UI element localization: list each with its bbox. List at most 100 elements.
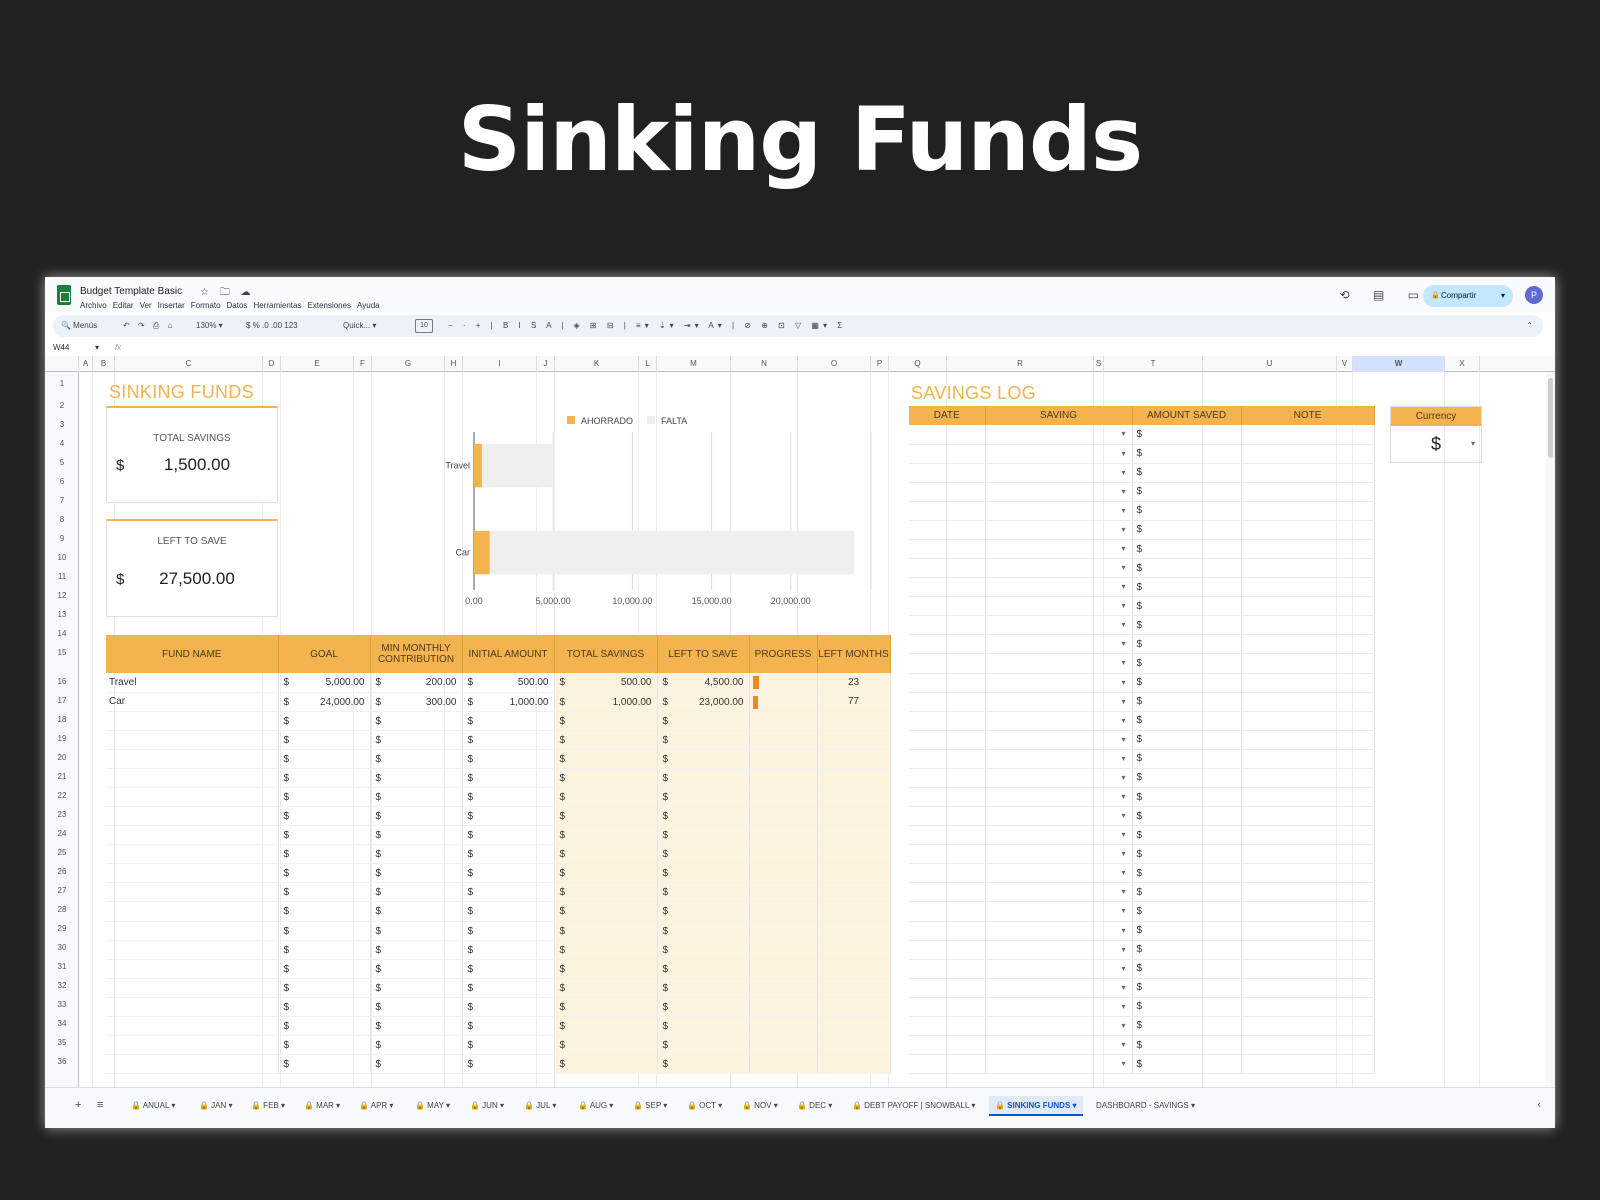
- fund-goal-cell[interactable]: $: [278, 844, 371, 865]
- chevron-down-icon[interactable]: ▾: [1121, 429, 1125, 438]
- chevron-down-icon[interactable]: ▾: [1121, 620, 1125, 629]
- log-amount-cell[interactable]: $: [1132, 653, 1242, 674]
- log-amount-cell[interactable]: $: [1132, 444, 1242, 464]
- fund-left-cell[interactable]: $: [657, 1054, 750, 1075]
- log-note-cell[interactable]: [1241, 501, 1375, 521]
- log-date-cell[interactable]: [909, 882, 986, 903]
- log-saving-select[interactable]: ▾: [985, 806, 1133, 827]
- star-folder-cloud-icons[interactable]: ☆ 🗀 ☁: [200, 285, 255, 302]
- chevron-down-icon[interactable]: ▾: [1121, 563, 1125, 572]
- font-select[interactable]: Quick... ▾: [343, 315, 376, 337]
- log-saving-select[interactable]: ▾: [985, 615, 1133, 636]
- log-date-cell[interactable]: [909, 1016, 986, 1037]
- chevron-down-icon[interactable]: ▾: [95, 340, 99, 356]
- log-date-cell[interactable]: [909, 844, 986, 865]
- fund-goal-cell[interactable]: $: [278, 997, 371, 1017]
- log-amount-cell[interactable]: $: [1132, 825, 1242, 846]
- row-header[interactable]: 8: [45, 515, 79, 524]
- log-date-cell[interactable]: [909, 615, 986, 636]
- fund-goal-cell[interactable]: $5,000.00: [278, 673, 371, 693]
- fund-left-cell[interactable]: $: [657, 882, 750, 903]
- fund-min-cell[interactable]: $: [370, 1054, 463, 1075]
- chevron-down-icon[interactable]: ▾: [1121, 849, 1125, 858]
- fund-min-cell[interactable]: $: [370, 1035, 463, 1056]
- log-note-cell[interactable]: [1241, 463, 1375, 483]
- log-saving-select[interactable]: ▾: [985, 1054, 1133, 1075]
- log-amount-cell[interactable]: $: [1132, 539, 1242, 560]
- fund-name-cell[interactable]: [106, 997, 279, 1017]
- fund-name-cell[interactable]: [106, 787, 279, 808]
- row-header[interactable]: 31: [45, 962, 79, 971]
- log-saving-select[interactable]: ▾: [985, 863, 1133, 884]
- fund-total-cell[interactable]: $: [554, 825, 658, 846]
- fund-name-cell[interactable]: Car: [106, 692, 279, 712]
- log-amount-cell[interactable]: $: [1132, 463, 1242, 483]
- column-header[interactable]: J: [537, 356, 555, 372]
- fund-total-cell[interactable]: $: [554, 978, 658, 998]
- log-date-cell[interactable]: [909, 634, 986, 655]
- fund-left-cell[interactable]: $: [657, 1035, 750, 1056]
- row-header[interactable]: 18: [45, 715, 79, 724]
- row-header[interactable]: 25: [45, 848, 79, 857]
- log-amount-cell[interactable]: $: [1132, 520, 1242, 540]
- log-amount-cell[interactable]: $: [1132, 711, 1242, 731]
- log-saving-select[interactable]: ▾: [985, 825, 1133, 846]
- fund-name-cell[interactable]: [106, 978, 279, 998]
- row-header[interactable]: 30: [45, 943, 79, 952]
- chevron-down-icon[interactable]: ▾: [1121, 887, 1125, 896]
- log-date-cell[interactable]: [909, 749, 986, 769]
- log-saving-select[interactable]: ▾: [985, 959, 1133, 979]
- fund-total-cell[interactable]: $: [554, 1035, 658, 1056]
- chevron-down-icon[interactable]: ▾: [1121, 983, 1125, 992]
- log-saving-select[interactable]: ▾: [985, 558, 1133, 579]
- fund-goal-cell[interactable]: $: [278, 749, 371, 769]
- row-header[interactable]: 33: [45, 1000, 79, 1009]
- sheet-tab[interactable]: DASHBOARD - SAVINGS ▾: [1090, 1096, 1201, 1116]
- fund-min-cell[interactable]: $: [370, 940, 463, 960]
- log-amount-cell[interactable]: $: [1132, 425, 1242, 445]
- chevron-down-icon[interactable]: ▾: [1121, 811, 1125, 820]
- log-note-cell[interactable]: [1241, 653, 1375, 674]
- fund-name-cell[interactable]: [106, 959, 279, 979]
- log-saving-select[interactable]: ▾: [985, 882, 1133, 903]
- log-saving-select[interactable]: ▾: [985, 653, 1133, 674]
- fund-min-cell[interactable]: $: [370, 844, 463, 865]
- fund-name-cell[interactable]: [106, 768, 279, 788]
- log-amount-cell[interactable]: $: [1132, 749, 1242, 769]
- fund-left-cell[interactable]: $: [657, 825, 750, 846]
- log-note-cell[interactable]: [1241, 673, 1375, 693]
- chevron-down-icon[interactable]: ▾: [1121, 754, 1125, 763]
- sheet-tab[interactable]: 🔒 SINKING FUNDS ▾: [989, 1096, 1083, 1116]
- log-note-cell[interactable]: [1241, 921, 1375, 941]
- fund-name-cell[interactable]: [106, 921, 279, 941]
- row-header[interactable]: 4: [45, 439, 79, 448]
- log-amount-cell[interactable]: $: [1132, 501, 1242, 521]
- sheet-tab[interactable]: 🔒 OCT ▾: [681, 1096, 728, 1116]
- log-date-cell[interactable]: [909, 921, 986, 941]
- row-header[interactable]: 36: [45, 1057, 79, 1066]
- fund-left-cell[interactable]: $: [657, 997, 750, 1017]
- collapse-tabs-icon[interactable]: ‹: [1537, 1099, 1541, 1111]
- menus-search[interactable]: 🔍 Menús: [61, 315, 97, 337]
- fund-name-cell[interactable]: [106, 1035, 279, 1056]
- fund-total-cell[interactable]: $: [554, 863, 658, 884]
- log-note-cell[interactable]: [1241, 558, 1375, 579]
- sheet-tab[interactable]: 🔒 APR ▾: [353, 1096, 399, 1116]
- menu-item[interactable]: Archivo: [80, 301, 107, 310]
- log-date-cell[interactable]: [909, 787, 986, 808]
- fund-total-cell[interactable]: $: [554, 959, 658, 979]
- fund-initial-cell[interactable]: $500.00: [462, 673, 555, 693]
- currency-select[interactable]: $ ▾: [1391, 426, 1481, 462]
- log-amount-cell[interactable]: $: [1132, 1035, 1242, 1056]
- sheet-tab[interactable]: 🔒 MAY ▾: [409, 1096, 456, 1116]
- vertical-scrollbar[interactable]: [1546, 372, 1555, 1092]
- fund-min-cell[interactable]: $: [370, 997, 463, 1017]
- chevron-down-icon[interactable]: ▾: [1121, 582, 1125, 591]
- log-saving-select[interactable]: ▾: [985, 444, 1133, 464]
- log-saving-select[interactable]: ▾: [985, 520, 1133, 540]
- column-header[interactable]: F: [354, 356, 372, 372]
- log-amount-cell[interactable]: $: [1132, 844, 1242, 865]
- log-date-cell[interactable]: [909, 558, 986, 579]
- log-amount-cell[interactable]: $: [1132, 482, 1242, 502]
- fund-min-cell[interactable]: $: [370, 806, 463, 827]
